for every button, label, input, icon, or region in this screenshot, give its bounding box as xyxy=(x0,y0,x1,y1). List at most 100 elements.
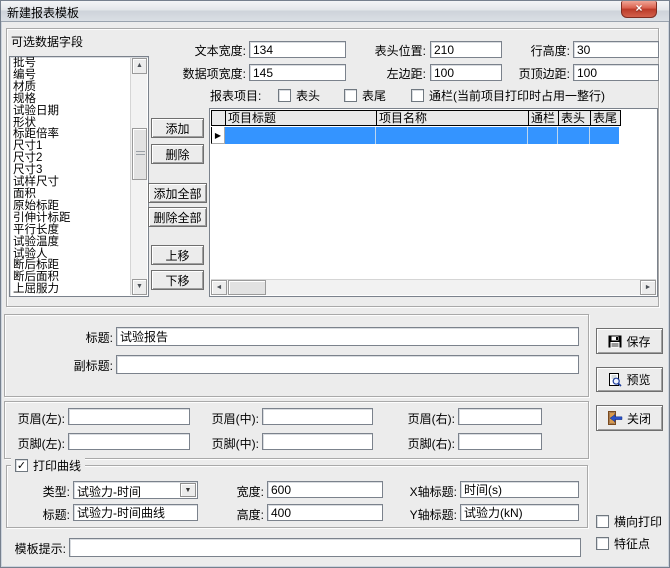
grid-col-banner[interactable]: 通栏 xyxy=(529,111,559,125)
checkbox-box[interactable] xyxy=(411,89,424,102)
table-header-checkbox-label: 表头 xyxy=(296,89,320,103)
subtitle-input[interactable] xyxy=(116,355,579,374)
scroll-left-button[interactable]: ◄ xyxy=(211,280,227,295)
checkbox-box-checked[interactable]: ✓ xyxy=(15,459,28,472)
remove-all-button-label: 删除全部 xyxy=(153,209,201,226)
preview-button[interactable]: 预览 xyxy=(596,367,663,392)
header-pos-input[interactable] xyxy=(430,41,502,58)
footer-center-input[interactable] xyxy=(262,433,373,450)
fields-list-label: 可选数据字段 xyxy=(11,35,83,49)
y-axis-title-input[interactable] xyxy=(460,504,579,521)
move-down-button[interactable]: 下移 xyxy=(151,270,204,290)
add-all-button[interactable]: 添加全部 xyxy=(148,183,207,203)
checkbox-box[interactable] xyxy=(278,89,291,102)
save-button-label: 保存 xyxy=(626,333,650,350)
header-pos-label: 表头位置: xyxy=(362,44,426,58)
table-header-checkbox[interactable]: 表头 xyxy=(278,89,320,103)
checkbox-box[interactable] xyxy=(596,515,609,528)
curve-width-input[interactable] xyxy=(267,481,383,498)
data-fields-list: 批号 编号 材质 规格 试验日期 形状 标距倍率 尺寸1 尺寸2 尺寸3 试样尺… xyxy=(10,57,129,294)
close-button[interactable]: 关闭 xyxy=(596,405,663,431)
add-button[interactable]: 添加 xyxy=(151,118,204,138)
scroll-right-button[interactable]: ► xyxy=(640,280,656,295)
list-vertical-scrollbar[interactable]: ▲ ▼ xyxy=(130,58,147,295)
header-center-input[interactable] xyxy=(262,408,373,425)
scrollbar-thumb[interactable] xyxy=(132,128,147,180)
save-button[interactable]: 保存 xyxy=(596,328,663,354)
remove-all-button[interactable]: 删除全部 xyxy=(148,207,207,227)
move-up-button[interactable]: 上移 xyxy=(151,245,204,265)
arrow-down-icon: ▼ xyxy=(136,283,143,290)
checkbox-box[interactable] xyxy=(596,537,609,550)
curve-type-value: 试验力-时间 xyxy=(77,483,141,500)
row-selector-icon: ▶ xyxy=(211,127,225,144)
report-items-label: 报表项目: xyxy=(210,89,261,103)
list-item[interactable]: 规格 xyxy=(13,94,129,106)
curve-type-label: 类型: xyxy=(34,485,70,499)
header-right-input[interactable] xyxy=(458,408,542,425)
left-margin-input[interactable] xyxy=(430,64,502,81)
x-axis-title-input[interactable] xyxy=(460,481,579,498)
scroll-down-button[interactable]: ▼ xyxy=(132,279,147,295)
feature-points-checkbox[interactable]: 特征点 xyxy=(596,537,650,551)
template-hint-input[interactable] xyxy=(69,538,581,557)
title-label: 标题: xyxy=(71,331,113,345)
cell-banner[interactable] xyxy=(528,127,558,144)
grid-horizontal-scrollbar[interactable]: ◄ ► xyxy=(211,279,656,295)
list-item[interactable]: 原始标距 xyxy=(13,201,129,213)
checkbox-box[interactable] xyxy=(344,89,357,102)
top-margin-label: 页顶边距: xyxy=(506,67,570,81)
curve-type-select[interactable]: 试验力-时间 ▼ xyxy=(73,481,198,499)
curve-title-input[interactable] xyxy=(73,504,198,521)
row-height-input[interactable] xyxy=(573,41,659,58)
remove-button[interactable]: 删除 xyxy=(151,144,204,164)
grid-col-header[interactable]: 表头 xyxy=(559,111,591,125)
cell-item-name[interactable] xyxy=(376,127,528,144)
table-row[interactable]: ▶ xyxy=(211,127,619,144)
header-left-input[interactable] xyxy=(68,408,190,425)
print-curve-checkbox[interactable]: ✓ 打印曲线 xyxy=(11,458,85,473)
list-item[interactable]: 上屈服力 xyxy=(13,284,129,294)
titlebar[interactable]: 新建报表模板 xyxy=(1,1,669,22)
footer-left-input[interactable] xyxy=(68,433,190,450)
remove-button-label: 删除 xyxy=(165,146,189,163)
landscape-print-checkbox[interactable]: 横向打印 xyxy=(596,515,662,529)
curve-title-label: 标题: xyxy=(34,508,70,522)
add-button-label: 添加 xyxy=(165,120,189,137)
arrow-left-icon: ◄ xyxy=(216,284,223,291)
list-item[interactable]: 平行长度 xyxy=(13,225,129,237)
footer-right-input[interactable] xyxy=(458,433,542,450)
data-fields-listbox[interactable]: 批号 编号 材质 规格 试验日期 形状 标距倍率 尺寸1 尺寸2 尺寸3 试样尺… xyxy=(9,56,149,297)
check-icon: ✓ xyxy=(17,460,26,472)
x-axis-title-label: X轴标题: xyxy=(399,485,457,499)
chevron-down-icon[interactable]: ▼ xyxy=(180,483,196,497)
new-report-template-dialog: 新建报表模板 × 可选数据字段 批号 编号 材质 规格 试验日期 形状 标距倍率… xyxy=(0,0,670,568)
curve-height-input[interactable] xyxy=(267,504,383,521)
top-margin-input[interactable] xyxy=(573,64,659,81)
exit-door-icon xyxy=(608,411,623,425)
grid-col-item-title[interactable]: 项目标题 xyxy=(226,111,377,125)
scrollbar-thumb[interactable] xyxy=(228,280,266,295)
cell-footer[interactable] xyxy=(590,127,619,144)
close-window-button[interactable]: × xyxy=(621,1,657,18)
cell-item-title[interactable] xyxy=(225,127,376,144)
item-width-input[interactable] xyxy=(249,64,346,81)
cell-header[interactable] xyxy=(558,127,590,144)
scroll-up-button[interactable]: ▲ xyxy=(132,58,147,74)
grid-col-footer[interactable]: 表尾 xyxy=(591,111,620,125)
grid-col-item-name[interactable]: 项目名称 xyxy=(377,111,529,125)
report-items-grid[interactable]: 项目标题 项目名称 通栏 表头 表尾 ▶ ◄ ► xyxy=(209,108,658,297)
list-item[interactable]: 试验温度 xyxy=(13,237,129,249)
list-item[interactable]: 试验日期 xyxy=(13,106,129,118)
preview-icon xyxy=(608,373,622,387)
list-item[interactable]: 材质 xyxy=(13,82,129,94)
footer-right-label: 页脚(右): xyxy=(397,437,455,451)
text-width-input[interactable] xyxy=(249,41,346,58)
table-footer-checkbox[interactable]: 表尾 xyxy=(344,89,386,103)
grid-header-row: 项目标题 项目名称 通栏 表头 表尾 xyxy=(211,110,621,126)
header-right-label: 页眉(右): xyxy=(397,412,455,426)
banner-checkbox[interactable]: 通栏(当前项目打印时占用一整行) xyxy=(411,89,605,103)
list-item[interactable]: 引伸计标距 xyxy=(13,213,129,225)
title-input[interactable] xyxy=(116,327,579,346)
save-icon xyxy=(608,335,622,348)
